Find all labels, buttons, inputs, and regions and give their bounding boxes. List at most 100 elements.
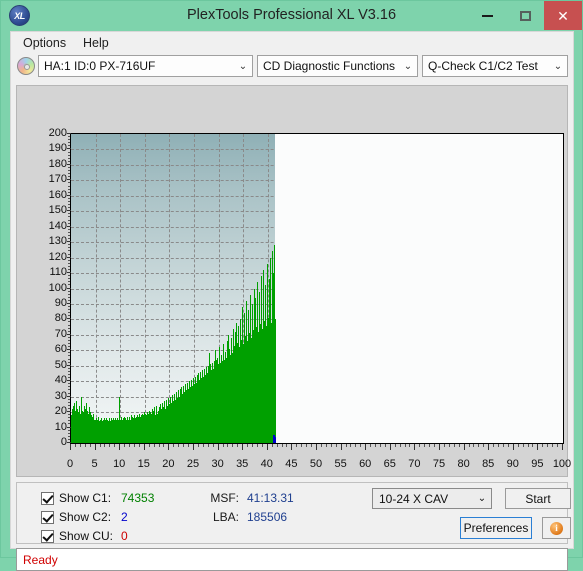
plot-area (70, 133, 564, 444)
x-axis-minor-tick (542, 444, 544, 447)
y-axis-label: 180 (48, 157, 67, 170)
menu-bar: Options Help (11, 32, 573, 54)
minimize-button[interactable] (471, 1, 504, 30)
y-axis-minor-tick (68, 145, 70, 147)
x-axis-minor-tick (330, 444, 332, 447)
y-axis-minor-tick (68, 278, 70, 280)
x-axis-tick (316, 444, 317, 450)
title-bar: XL PlexTools Professional XL V3.16 ✕ (1, 1, 582, 30)
y-axis-tick (67, 194, 71, 196)
msf-label: MSF: (210, 491, 239, 505)
c2-error-bar (274, 436, 277, 443)
x-axis-minor-tick (453, 444, 455, 447)
x-axis-tick (512, 444, 514, 450)
y-axis-tick (67, 442, 71, 443)
function-select[interactable]: CD Diagnostic Functions ⌄ (257, 55, 418, 77)
y-axis-minor-tick (68, 293, 70, 295)
speed-select-value: 10-24 X CAV (379, 491, 449, 506)
y-axis-minor-tick (68, 438, 70, 440)
test-select[interactable]: Q-Check C1/C2 Test ⌄ (422, 55, 568, 77)
x-axis-minor-tick (306, 444, 308, 447)
x-axis-minor-tick (79, 444, 81, 447)
y-axis-minor-tick (68, 414, 70, 416)
y-axis-minor-tick (68, 250, 70, 252)
menu-item-help[interactable]: Help (77, 35, 115, 52)
y-axis-minor-tick (68, 324, 70, 326)
y-axis-minor-tick (68, 265, 70, 267)
x-axis-minor-tick (104, 444, 106, 447)
y-axis: 0 10 20 30 40 50 60 70 80 90 100 110 120 130 140 150 160… (17, 86, 67, 478)
preferences-button[interactable]: Preferences (460, 517, 532, 539)
y-axis-tick (67, 179, 71, 181)
x-axis-minor-tick (325, 444, 327, 447)
y-axis-minor-tick (68, 234, 70, 236)
x-axis-minor-tick (163, 444, 165, 447)
show-c1-checkbox[interactable] (41, 491, 54, 505)
x-axis-minor-tick (188, 444, 190, 447)
x-axis-minor-tick (133, 444, 135, 447)
disc-icon (17, 57, 35, 75)
x-axis-minor-tick (114, 444, 116, 447)
y-axis-minor-tick (68, 309, 70, 311)
show-c1-row[interactable]: Show C1: 74353 (41, 489, 154, 507)
x-axis-minor-tick (498, 444, 500, 447)
y-axis-tick (67, 411, 71, 413)
y-axis-minor-tick (68, 222, 70, 224)
speed-select[interactable]: 10-24 X CAV ⌄ (372, 488, 492, 509)
show-cu-row[interactable]: Show CU: 0 (41, 527, 128, 545)
y-axis-minor-tick (68, 207, 70, 209)
y-axis-minor-tick (68, 340, 70, 342)
x-axis-minor-tick (355, 444, 357, 447)
x-axis-minor-tick (350, 444, 352, 447)
x-axis-minor-tick (404, 444, 406, 447)
x-axis-tick (70, 444, 71, 450)
y-axis-minor-tick (68, 157, 70, 159)
x-axis-minor-tick (429, 444, 431, 447)
menu-item-options[interactable]: Options (17, 35, 72, 52)
show-cu-checkbox[interactable] (41, 529, 54, 543)
y-axis-minor-tick (68, 386, 70, 388)
y-axis-minor-tick (68, 330, 70, 332)
x-axis-minor-tick (296, 444, 298, 447)
y-axis-tick (67, 302, 71, 304)
y-axis-tick (67, 133, 71, 134)
y-axis-minor-tick (68, 173, 70, 175)
x-axis-tick (537, 444, 539, 450)
y-axis-tick (67, 318, 71, 320)
msf-row: MSF: 41:13.31 (197, 489, 293, 507)
x-axis-minor-tick (557, 444, 559, 447)
x-axis-tick (291, 444, 293, 450)
x-axis-minor-tick (311, 444, 313, 447)
y-axis-minor-tick (68, 435, 70, 437)
x-axis-minor-tick (379, 444, 381, 447)
y-axis-label: 100 (48, 281, 67, 294)
y-axis-minor-tick (68, 429, 70, 431)
y-axis-minor-tick (68, 336, 70, 338)
maximize-icon (520, 10, 531, 21)
status-bar: Ready (16, 548, 568, 571)
y-axis-label: 90 (54, 296, 67, 309)
close-button[interactable]: ✕ (544, 1, 582, 30)
info-button[interactable]: i (542, 517, 571, 539)
x-axis-minor-tick (232, 444, 234, 447)
show-c2-row[interactable]: Show C2: 2 (41, 508, 128, 526)
y-axis-tick (67, 426, 71, 428)
c2-count: 2 (121, 510, 128, 524)
x-axis-minor-tick (320, 444, 322, 447)
x-axis-tick (242, 444, 244, 450)
x-axis-minor-tick (252, 444, 254, 447)
y-axis-minor-tick (68, 216, 70, 218)
x-axis-minor-tick (409, 444, 411, 447)
x-axis-minor-tick (286, 444, 288, 447)
maximize-button[interactable] (509, 1, 542, 30)
show-c2-checkbox[interactable] (41, 510, 54, 524)
y-axis-tick (67, 287, 71, 289)
start-button[interactable]: Start (505, 488, 571, 509)
y-axis-minor-tick (68, 228, 70, 230)
x-axis-tick (143, 444, 145, 450)
drive-select[interactable]: HA:1 ID:0 PX-716UF ⌄ (38, 55, 253, 77)
x-axis-minor-tick (473, 444, 475, 447)
cu-count: 0 (121, 529, 128, 543)
y-axis-minor-tick (68, 423, 70, 425)
y-axis-tick (67, 380, 71, 382)
